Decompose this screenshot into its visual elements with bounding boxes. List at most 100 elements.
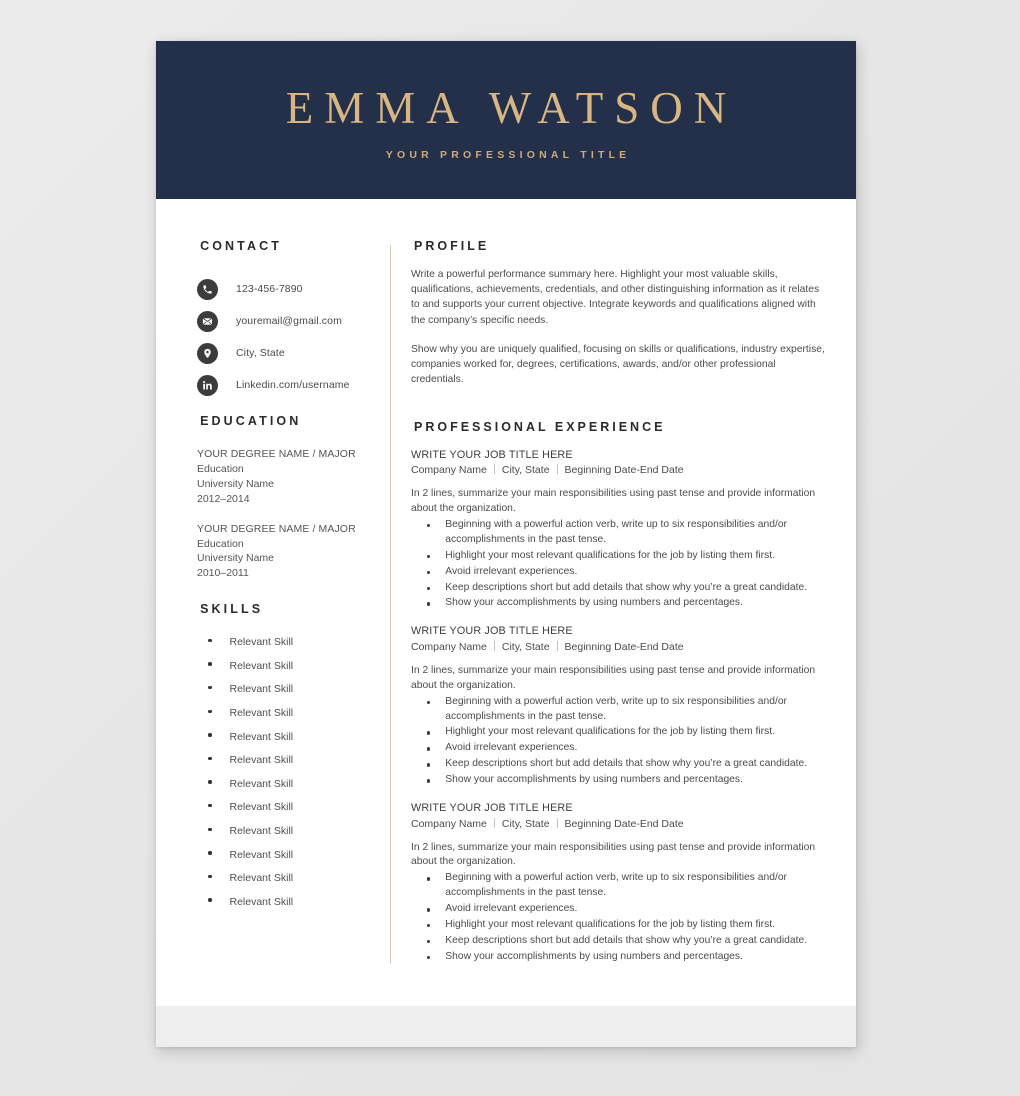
skill-item: Relevant Skill — [197, 896, 380, 920]
profile-paragraph: Show why you are uniquely qualified, foc… — [411, 343, 825, 386]
skill-item: Relevant Skill — [197, 801, 380, 825]
job-bullet: Highlight your most relevant qualificati… — [411, 918, 830, 933]
job-bullet-list: Beginning with a powerful action verb, w… — [411, 518, 830, 612]
contact-item-linkedin[interactable]: Linkedin.com/username — [197, 369, 380, 401]
meta-separator — [493, 817, 495, 828]
job-location: City, State — [501, 464, 550, 477]
job-bullet-text: Show your accomplishments by using numbe… — [445, 774, 743, 786]
meta-separator — [493, 464, 495, 475]
job-dates: Beginning Date-End Date — [564, 641, 684, 654]
job-bullet-text: Keep descriptions short but add details … — [445, 758, 808, 770]
job-meta: Company Name City, State Beginning Date-… — [411, 640, 830, 656]
bullet-dot-icon — [208, 638, 212, 643]
bullet-dot-icon — [208, 898, 212, 902]
bullet-dot-icon — [427, 763, 431, 767]
skill-label: Relevant Skill — [229, 895, 294, 908]
education-level: Education — [197, 462, 244, 475]
contact-list: 123-456-7890 youremail@gmail.com City, S… — [197, 273, 380, 401]
job-bullet: Show your accomplishments by using numbe… — [411, 773, 830, 788]
job-bullet: Highlight your most relevant qualificati… — [411, 549, 830, 564]
experience-entry: WRITE YOUR JOB TITLE HERE Company Name C… — [411, 624, 830, 788]
contact-value-phone: 123-456-7890 — [236, 283, 303, 295]
bullet-dot-icon — [208, 662, 212, 666]
skill-item: Relevant Skill — [197, 660, 380, 684]
bullet-dot-icon — [208, 851, 212, 855]
page-footer-band — [156, 1006, 856, 1047]
experience-section-title: PROFESSIONAL EXPERIENCE — [414, 419, 666, 434]
profile-section-title: PROFILE — [414, 239, 490, 253]
job-bullet: Beginning with a powerful action verb, w… — [411, 871, 830, 901]
skill-item: Relevant Skill — [197, 825, 380, 849]
bullet-dot-icon — [427, 940, 431, 944]
skill-item: Relevant Skill — [197, 707, 380, 731]
candidate-name: EMMA WATSON — [285, 82, 738, 133]
meta-separator — [493, 641, 495, 652]
skill-item: Relevant Skill — [197, 849, 380, 873]
job-location: City, State — [501, 641, 550, 654]
skill-label: Relevant Skill — [229, 825, 294, 837]
contact-item-location[interactable]: City, State — [197, 337, 380, 369]
job-bullet-text: Avoid irrelevant experiences. — [445, 903, 578, 915]
skill-label: Relevant Skill — [229, 801, 294, 814]
job-bullet: Highlight your most relevant qualificati… — [411, 725, 830, 740]
job-company: Company Name — [411, 464, 487, 477]
skill-label: Relevant Skill — [229, 777, 294, 790]
job-dates: Beginning Date-End Date — [564, 464, 684, 477]
phone-icon — [197, 278, 218, 300]
professional-title: YOUR PROFESSIONAL TITLE — [385, 149, 631, 162]
job-bullet-text: Avoid irrelevant experiences. — [445, 565, 578, 577]
contact-value-email: youremail@gmail.com — [236, 315, 342, 327]
skill-label: Relevant Skill — [229, 754, 294, 767]
job-dates: Beginning Date-End Date — [564, 817, 684, 830]
job-meta: Company Name City, State Beginning Date-… — [411, 817, 830, 833]
linkedin-icon — [197, 374, 218, 396]
contact-section-title: CONTACT — [200, 239, 282, 253]
education-degree: YOUR DEGREE NAME / MAJOR — [197, 448, 356, 460]
job-company: Company Name — [411, 641, 487, 654]
contact-item-phone[interactable]: 123-456-7890 — [197, 273, 380, 305]
skill-item: Relevant Skill — [197, 636, 380, 660]
bullet-dot-icon — [427, 877, 431, 881]
job-bullet: Avoid irrelevant experiences. — [411, 565, 830, 580]
skills-section-title: SKILLS — [200, 602, 264, 617]
skill-label: Relevant Skill — [229, 707, 294, 720]
sidebar-column: CONTACT 123-456-7890 youremail@gmail.com… — [156, 239, 390, 1006]
bullet-dot-icon — [427, 586, 431, 590]
job-bullet-text: Highlight your most relevant qualificati… — [445, 549, 775, 561]
job-bullet-text: Beginning with a powerful action verb, w… — [445, 695, 787, 722]
bullet-dot-icon — [427, 908, 431, 912]
job-bullet: Show your accomplishments by using numbe… — [411, 950, 830, 965]
education-section-title: EDUCATION — [200, 414, 302, 428]
job-bullet-list: Beginning with a powerful action verb, w… — [411, 871, 830, 965]
skill-item: Relevant Skill — [197, 683, 380, 707]
bullet-dot-icon — [427, 554, 431, 559]
bullet-dot-icon — [427, 924, 431, 928]
job-bullet-text: Highlight your most relevant qualificati… — [445, 919, 775, 931]
location-icon — [197, 342, 218, 364]
skill-item: Relevant Skill — [197, 754, 380, 778]
skill-label: Relevant Skill — [229, 848, 294, 861]
education-entry: YOUR DEGREE NAME / MAJOR Education Unive… — [197, 447, 380, 507]
skill-item: Relevant Skill — [197, 731, 380, 755]
envelope-icon — [197, 310, 218, 332]
job-summary: In 2 lines, summarize your main responsi… — [411, 841, 816, 868]
job-bullet: Avoid irrelevant experiences. — [411, 902, 830, 917]
skill-label: Relevant Skill — [229, 636, 294, 649]
job-bullet-text: Beginning with a powerful action verb, w… — [445, 518, 787, 545]
meta-separator — [556, 641, 558, 652]
job-title: WRITE YOUR JOB TITLE HERE — [411, 802, 573, 815]
education-school: University Name — [197, 477, 275, 490]
job-summary: In 2 lines, summarize your main responsi… — [411, 664, 816, 691]
resume-header: EMMA WATSON YOUR PROFESSIONAL TITLE — [156, 41, 856, 199]
job-bullet: Avoid irrelevant experiences. — [411, 741, 830, 756]
job-location: City, State — [501, 817, 550, 830]
job-bullet-text: Avoid irrelevant experiences. — [445, 742, 578, 754]
bullet-dot-icon — [208, 733, 212, 737]
meta-separator — [556, 464, 558, 475]
bullet-dot-icon — [208, 756, 212, 761]
bullet-dot-icon — [208, 827, 212, 831]
education-section: EDUCATION YOUR DEGREE NAME / MAJOR Educa… — [197, 414, 380, 581]
bullet-dot-icon — [208, 685, 212, 690]
contact-item-email[interactable]: youremail@gmail.com — [197, 305, 380, 337]
